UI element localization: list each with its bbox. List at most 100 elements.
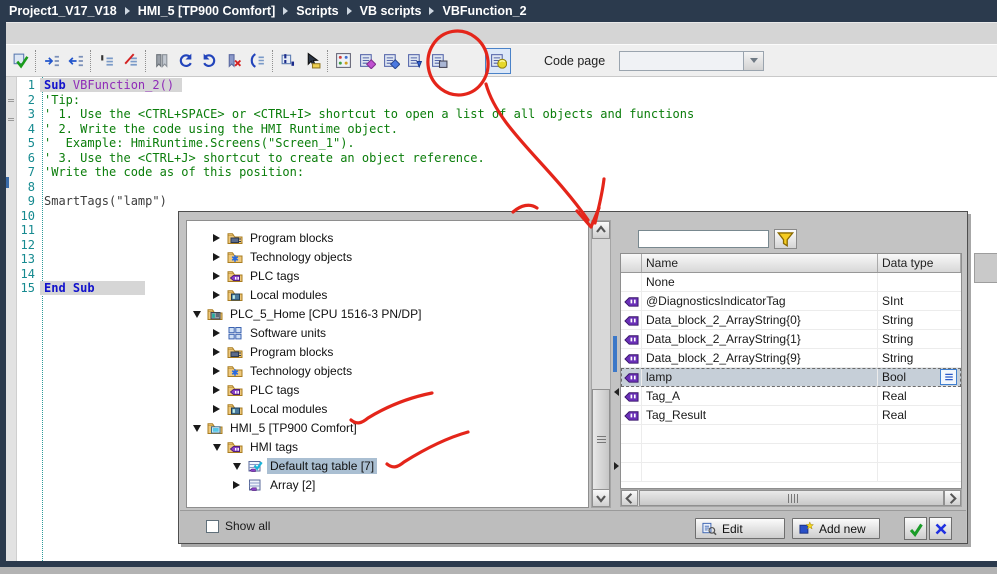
collapse-left-icon[interactable] bbox=[614, 388, 619, 396]
tree-item-technology-objects[interactable]: Technology objects bbox=[187, 247, 588, 266]
expand-icon[interactable] bbox=[213, 329, 220, 337]
code-line[interactable]: 14 bbox=[17, 267, 44, 282]
code-line[interactable]: 5' Example: HmiRuntime.Screens("Screen_1… bbox=[17, 136, 355, 151]
comment-icon[interactable] bbox=[95, 50, 117, 72]
filter-input[interactable] bbox=[638, 230, 769, 248]
code-line[interactable]: 11 bbox=[17, 223, 44, 238]
insert-expression-icon[interactable] bbox=[404, 50, 426, 72]
add-new-button[interactable]: Add new bbox=[792, 518, 880, 539]
code-line[interactable]: 4' 2. Write the code using the HMI Runti… bbox=[17, 122, 398, 137]
code-line[interactable]: 12 bbox=[17, 238, 44, 253]
code-line[interactable]: 2'Tip: bbox=[17, 93, 80, 108]
right-panel-handle[interactable] bbox=[974, 253, 997, 283]
tree-scrollbar[interactable] bbox=[591, 220, 611, 508]
expand-icon[interactable] bbox=[213, 348, 220, 356]
code-line[interactable]: 10 bbox=[17, 209, 44, 224]
collapse-icon[interactable] bbox=[193, 311, 201, 318]
breadcrumb-item[interactable]: VB scripts bbox=[360, 4, 422, 18]
code-line[interactable]: 13 bbox=[17, 252, 44, 267]
tag-row-diagnosticsindicatortag[interactable]: @DiagnosticsIndicatorTagSInt bbox=[621, 292, 961, 311]
icon-column-header[interactable] bbox=[621, 254, 642, 272]
tree-item-hmi-5-tp900-comfort[interactable]: HMI_5 [TP900 Comfort] bbox=[187, 418, 588, 437]
type-selector-button[interactable] bbox=[940, 369, 957, 385]
tree-item-plc-5-home-cpu-1516-3-pn-dp[interactable]: PLC_5_Home [CPU 1516-3 PN/DP] bbox=[187, 304, 588, 323]
scroll-left-button[interactable] bbox=[621, 490, 638, 506]
code-line[interactable]: 9SmartTags("lamp") bbox=[17, 194, 167, 209]
scroll-down-button[interactable] bbox=[592, 489, 610, 507]
tree-item-hmi-tags[interactable]: HMI tags bbox=[187, 437, 588, 456]
left-splitter[interactable] bbox=[6, 77, 17, 561]
table-h-scrollbar[interactable] bbox=[620, 489, 962, 507]
code-line[interactable]: 7'Write the code as of this position: bbox=[17, 165, 304, 180]
expand-icon[interactable] bbox=[213, 253, 220, 261]
code-line[interactable]: 6' 3. Use the <CTRL+J> shortcut to creat… bbox=[17, 151, 485, 166]
tree-item-program-blocks[interactable]: Program blocks bbox=[187, 228, 588, 247]
tag-row-data-block-2-arraystring-0[interactable]: Data_block_2_ArrayString{0}String bbox=[621, 311, 961, 330]
goto-reference-icon[interactable] bbox=[246, 50, 268, 72]
bookmark-icon[interactable] bbox=[150, 50, 172, 72]
tree-item-software-units[interactable]: Software units bbox=[187, 323, 588, 342]
tree-item-array-2[interactable]: Array [2] bbox=[187, 475, 588, 494]
tree-item-local-modules[interactable]: Local modules bbox=[187, 399, 588, 418]
show-all-checkbox[interactable]: Show all bbox=[206, 519, 270, 533]
tree-item-plc-tags[interactable]: PLC tags bbox=[187, 380, 588, 399]
collapse-icon[interactable] bbox=[233, 463, 241, 470]
insert-object-icon[interactable] bbox=[380, 50, 402, 72]
expand-icon[interactable] bbox=[213, 405, 220, 413]
next-bookmark-icon[interactable] bbox=[198, 50, 220, 72]
tag-row-data-block-2-arraystring-9[interactable]: Data_block_2_ArrayString{9}String bbox=[621, 349, 961, 368]
chevron-down-icon[interactable] bbox=[743, 52, 763, 70]
breadcrumb-item[interactable]: HMI_5 [TP900 Comfort] bbox=[138, 4, 276, 18]
filter-button[interactable] bbox=[774, 229, 797, 249]
tag-row-none[interactable]: None bbox=[621, 273, 961, 292]
scroll-right-button[interactable] bbox=[944, 490, 961, 506]
cursor-position-icon[interactable] bbox=[301, 50, 323, 72]
breadcrumb-item[interactable]: Project1_V17_V18 bbox=[9, 4, 117, 18]
expand-icon[interactable] bbox=[213, 291, 220, 299]
scrollbar-thumb[interactable] bbox=[639, 490, 944, 506]
previous-bookmark-icon[interactable] bbox=[174, 50, 196, 72]
breadcrumb-item[interactable]: VBFunction_2 bbox=[442, 4, 526, 18]
code-line[interactable]: 3' 1. Use the <CTRL+SPACE> or <CTRL+I> s… bbox=[17, 107, 694, 122]
code-line[interactable]: 8 bbox=[17, 180, 44, 195]
tree-item-program-blocks[interactable]: Program blocks bbox=[187, 342, 588, 361]
expand-icon[interactable] bbox=[213, 272, 220, 280]
name-column-header[interactable]: Name bbox=[642, 254, 878, 272]
insert-tag-icon[interactable] bbox=[485, 48, 511, 74]
breadcrumb-item[interactable]: Scripts bbox=[296, 4, 338, 18]
collapse-icon[interactable] bbox=[213, 444, 221, 451]
outdent-icon[interactable] bbox=[64, 50, 86, 72]
tree-item-plc-tags[interactable]: PLC tags bbox=[187, 266, 588, 285]
confirm-button[interactable] bbox=[904, 517, 927, 540]
cancel-button[interactable] bbox=[929, 517, 952, 540]
indent-icon[interactable] bbox=[40, 50, 62, 72]
expand-icon[interactable] bbox=[233, 481, 240, 489]
tree-item-local-modules[interactable]: Local modules bbox=[187, 285, 588, 304]
code-line[interactable]: 15End Sub bbox=[17, 281, 95, 296]
expand-icon[interactable] bbox=[213, 234, 220, 242]
scroll-up-button[interactable] bbox=[592, 221, 610, 239]
code-line[interactable]: 1Sub VBFunction_2() bbox=[17, 78, 174, 93]
scrollbar-thumb[interactable] bbox=[592, 389, 610, 490]
special-characters-icon[interactable] bbox=[332, 50, 354, 72]
expand-icon[interactable] bbox=[213, 367, 220, 375]
uncomment-icon[interactable] bbox=[119, 50, 141, 72]
panel-splitter[interactable] bbox=[613, 220, 620, 508]
clear-bookmarks-icon[interactable] bbox=[222, 50, 244, 72]
edit-button[interactable]: Edit bbox=[695, 518, 785, 539]
insert-screen-icon[interactable] bbox=[428, 50, 450, 72]
collapse-right-icon[interactable] bbox=[614, 462, 619, 470]
validate-script-icon[interactable] bbox=[9, 50, 31, 72]
tag-row-data-block-2-arraystring-1[interactable]: Data_block_2_ArrayString{1}String bbox=[621, 330, 961, 349]
tag-row-tag-a[interactable]: Tag_AReal bbox=[621, 387, 961, 406]
type-column-header[interactable]: Data type bbox=[878, 254, 961, 272]
tree-item-default-tag-table-7[interactable]: Default tag table [7] bbox=[187, 456, 588, 475]
collapse-icon[interactable] bbox=[193, 425, 201, 432]
insert-function-icon[interactable] bbox=[356, 50, 378, 72]
system-functions-icon[interactable] bbox=[277, 50, 299, 72]
code-page-dropdown[interactable] bbox=[619, 51, 764, 71]
splitter-grip-icon[interactable] bbox=[8, 99, 14, 121]
expand-icon[interactable] bbox=[213, 386, 220, 394]
checkbox-icon[interactable] bbox=[206, 520, 219, 533]
tag-row-lamp[interactable]: lampBool bbox=[621, 368, 961, 387]
